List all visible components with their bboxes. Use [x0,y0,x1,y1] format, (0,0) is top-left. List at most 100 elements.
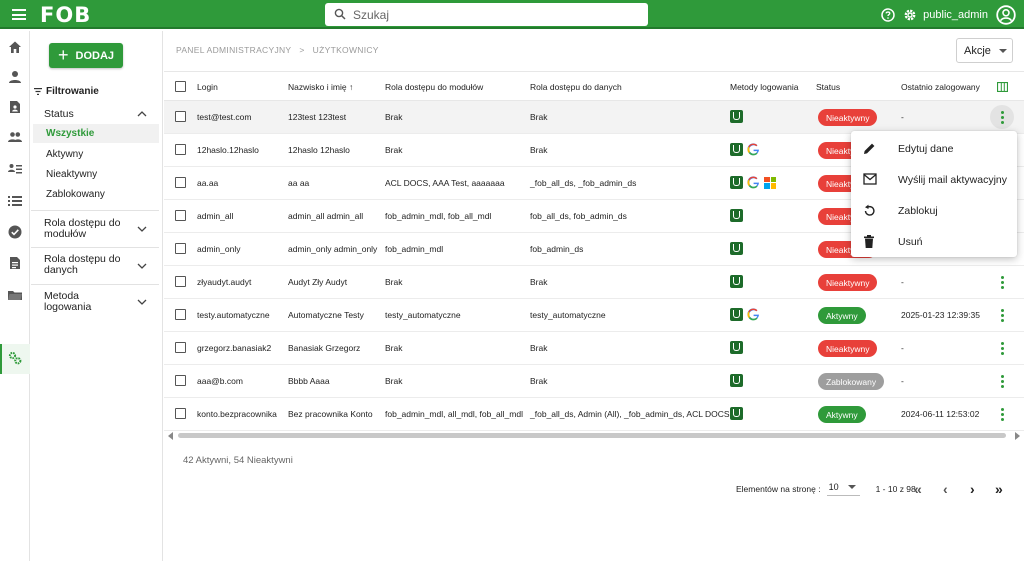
table-row[interactable]: grzegorz.banasiak2 Banasiak Grzegorz Brak B… [164,332,1024,365]
horizontal-scrollbar[interactable] [164,431,1024,441]
filter-option-all[interactable]: Wszystkie [46,128,94,139]
row-checkbox[interactable] [175,375,186,386]
dropdown-arrow-icon [998,48,1007,53]
first-page-icon[interactable]: « [914,482,922,496]
breadcrumb-admin-panel[interactable]: PANEL ADMINISTRACYJNY [176,45,291,55]
prev-page-icon[interactable]: ‹ [943,482,948,496]
search-box[interactable] [325,3,648,26]
check-circle-icon[interactable] [8,225,22,239]
table-row[interactable]: aaa@b.com Bbbb Aaaa Brak Brak - Zablokowany [164,365,1024,398]
actions-select[interactable]: Akcje [956,38,1013,63]
add-button[interactable]: + DODAJ [49,43,123,68]
row-checkbox[interactable] [175,342,186,353]
filter-role-data-header[interactable]: Rola dostępu do danych [44,254,120,276]
filter-status-header[interactable]: Status [44,108,74,120]
cell-role-data: fob_all_ds, fob_admin_ds [530,211,627,221]
group-icon[interactable] [8,130,22,144]
cell-name: Automatyczne Testy [288,310,364,320]
breadcrumb-separator: > [299,45,305,55]
col-login[interactable]: Login [197,82,218,92]
cell-role-data: testy_automatyczne [530,310,606,320]
filter-login-method-header[interactable]: Metoda logowania [44,291,91,313]
col-last-login[interactable]: Ostatnio zalogowany [901,82,980,92]
mail-icon [863,173,877,185]
col-name[interactable]: Nazwisko i imię ↑ [288,82,353,92]
login-methods [730,143,760,156]
filter-option-active[interactable]: Aktywny [46,149,83,160]
filter-option-blocked[interactable]: Zablokowany [46,189,105,200]
row-checkbox[interactable] [175,243,186,254]
microsoft-login-icon [764,176,776,189]
app-logo[interactable]: FOB [40,3,91,27]
row-checkbox[interactable] [175,177,186,188]
breadcrumb: PANEL ADMINISTRACYJNY > UŻYTKOWNICY [176,45,379,55]
menu-item-send-activation[interactable]: Wyślij mail aktywacyjny [851,164,1017,195]
cell-role-modules: Brak [385,343,403,353]
last-page-icon[interactable]: » [995,482,1003,496]
scrollbar-thumb[interactable] [178,433,1006,438]
cell-login: aa.aa [197,178,219,188]
table-row[interactable]: konto.bezpracownika Bez pracownika Konto f… [164,398,1024,431]
chevron-down-icon[interactable] [137,226,147,232]
status-badge: Nieaktywny [818,274,878,291]
table-row[interactable]: złyaudyt.audyt Audyt Zły Audyt Brak Brak - Ni… [164,266,1024,299]
person-icon[interactable] [8,70,22,84]
menu-item-edit[interactable]: Edytuj dane [851,133,1017,164]
filter-option-inactive[interactable]: Nieaktywny [46,169,97,180]
contact-document-icon[interactable] [8,100,22,114]
fob-login-icon [730,407,743,420]
row-checkbox[interactable] [175,144,186,155]
menu-item-delete[interactable]: Usuń [851,226,1017,257]
cell-role-data: _fob_all_ds, _fob_admin_ds [530,178,637,188]
col-role-modules[interactable]: Rola dostępu do modułów [385,82,483,92]
cell-last-login: - [901,277,904,287]
chevron-up-icon[interactable] [137,111,147,117]
chevron-down-icon[interactable] [137,299,147,305]
col-login-methods[interactable]: Metody logowania [730,82,799,92]
scroll-right-icon[interactable] [1015,432,1020,440]
more-vert-icon[interactable] [1000,309,1004,322]
filter-role-modules-header[interactable]: Rola dostępu do modułów [44,218,120,240]
more-vert-icon[interactable] [1000,111,1004,124]
document-icon[interactable] [8,256,22,270]
person-list-icon[interactable] [8,162,22,176]
scroll-left-icon[interactable] [168,432,173,440]
cell-name: admin_only admin_only [288,244,378,254]
search-input[interactable] [353,6,633,23]
user-name[interactable]: public_admin [923,9,988,21]
cell-role-modules: testy_automatyczne [385,310,461,320]
row-checkbox[interactable] [175,210,186,221]
admin-settings-icon[interactable] [8,351,22,365]
per-page-select[interactable]: 10 [826,481,860,496]
columns-icon[interactable] [997,82,1008,92]
help-icon[interactable] [881,7,895,22]
next-page-icon[interactable]: › [970,482,975,496]
more-vert-icon[interactable] [1000,342,1004,355]
trash-icon [864,235,874,248]
more-vert-icon[interactable] [1000,375,1004,388]
cell-name: admin_all admin_all [288,211,364,221]
list-icon[interactable] [8,194,22,208]
row-checkbox[interactable] [175,111,186,122]
user-avatar-icon[interactable] [996,4,1016,25]
col-status[interactable]: Status [816,82,840,92]
col-role-data[interactable]: Rola dostępu do danych [530,82,622,92]
google-login-icon [747,176,759,189]
row-checkbox[interactable] [175,408,186,419]
folder-icon[interactable] [8,288,22,302]
cell-role-data: Brak [530,145,548,155]
table-row[interactable]: test@test.com 123test 123test Brak Brak - Nie… [164,101,1024,134]
menu-icon[interactable] [12,9,26,20]
fob-login-icon [730,308,743,321]
home-icon[interactable] [8,40,22,54]
table-row[interactable]: testy.automatyczne Automatyczne Testy test… [164,299,1024,332]
menu-item-block[interactable]: Zablokuj [851,195,1017,226]
row-checkbox[interactable] [175,309,186,320]
chevron-down-icon[interactable] [137,263,147,269]
cell-role-data: Brak [530,343,548,353]
row-checkbox[interactable] [175,276,186,287]
select-all-checkbox[interactable] [175,81,186,92]
more-vert-icon[interactable] [1000,408,1004,421]
settings-icon[interactable] [903,8,917,22]
more-vert-icon[interactable] [1000,276,1004,289]
